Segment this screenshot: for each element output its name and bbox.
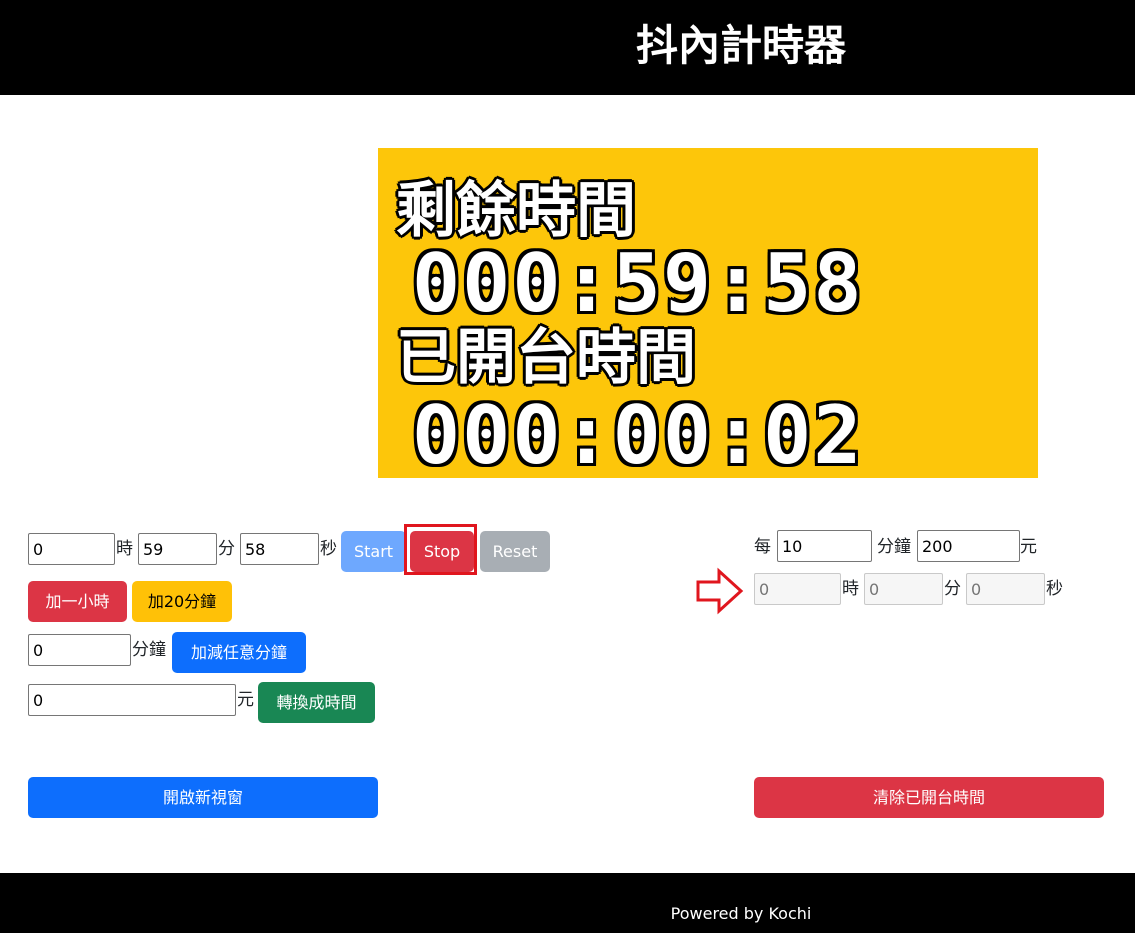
minutes-input[interactable] [138,533,217,565]
result-hours-unit: 時 [842,579,859,599]
result-seconds-input[interactable] [966,573,1045,605]
rate-prefix: 每 [754,537,771,557]
footer-bar [0,873,1135,933]
result-seconds-unit: 秒 [1046,579,1063,599]
rate-amount-input[interactable] [917,530,1020,562]
add-custom-minutes-button[interactable]: 加減任意分鐘 [172,632,306,673]
remaining-time-label: 剩餘時間 [396,176,636,246]
stop-button-highlight [404,524,477,575]
reset-button[interactable]: Reset [480,531,550,572]
start-button[interactable]: Start [341,531,406,572]
footer-credit: Powered by Kochi [670,904,812,923]
result-hours-input[interactable] [754,573,841,605]
amount-input[interactable] [28,684,236,716]
result-minutes-input[interactable] [864,573,943,605]
custom-minutes-unit: 分鐘 [132,640,166,660]
remaining-time-clock: 000:59:58 [412,237,864,330]
hours-unit: 時 [116,539,133,559]
add-20min-button[interactable]: 加20分鐘 [132,581,232,622]
rate-minutes-input[interactable] [777,530,872,562]
amount-unit: 元 [237,690,254,710]
page-title: 抖內計時器 [635,21,846,70]
seconds-input[interactable] [240,533,319,565]
rate-amount-unit: 元 [1020,537,1037,557]
open-new-window-button[interactable]: 開啟新視窗 [28,777,378,818]
seconds-unit: 秒 [320,539,337,559]
add-hour-button[interactable]: 加一小時 [28,581,127,622]
timer-display: 剩餘時間 000:59:58 已開台時間 000:00:02 [378,148,1038,478]
convert-to-time-button[interactable]: 轉換成時間 [258,682,375,723]
opened-time-clock: 000:00:02 [412,389,864,482]
result-minutes-unit: 分 [944,579,961,599]
opened-time-label: 已開台時間 [396,323,696,393]
minutes-unit: 分 [218,539,235,559]
clear-opened-time-button[interactable]: 清除已開台時間 [754,777,1104,818]
hours-input[interactable] [28,533,115,565]
rate-minutes-unit: 分鐘 [877,537,911,557]
arrow-right-outline-icon [696,567,744,615]
custom-minutes-input[interactable] [28,634,131,666]
